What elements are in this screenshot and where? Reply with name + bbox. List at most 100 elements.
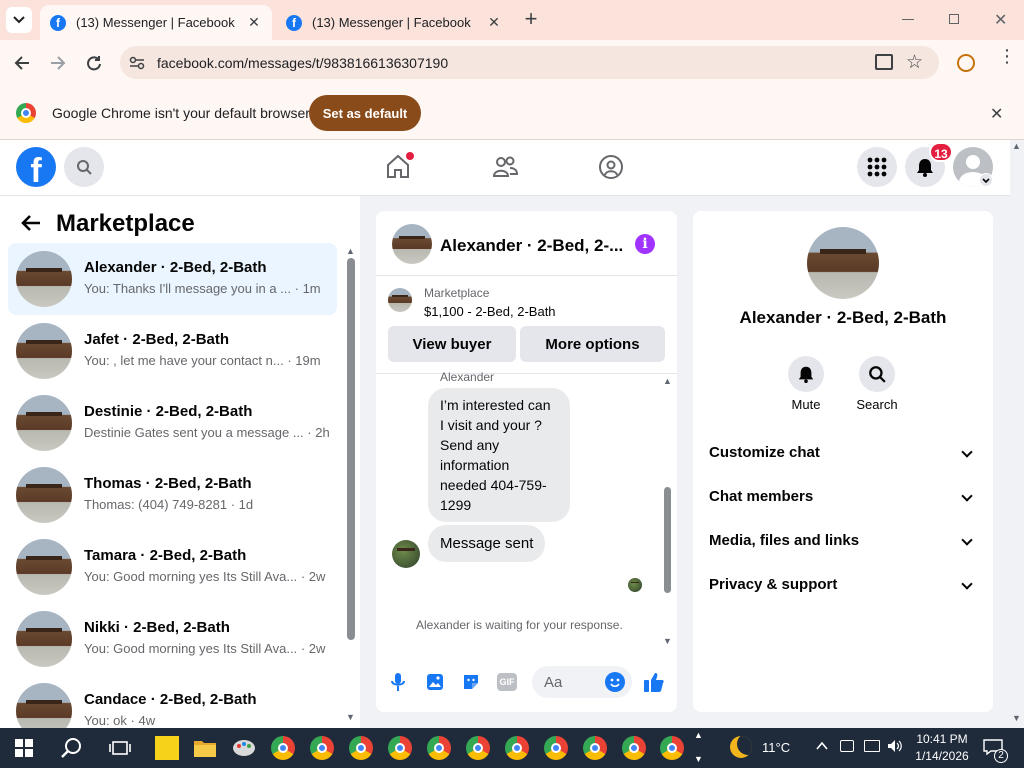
url-text[interactable]: facebook.com/messages/t/9838166136307190 (157, 55, 448, 71)
taskbar-overflow-down-icon[interactable]: ▼ (694, 754, 703, 764)
site-info-icon[interactable] (128, 54, 146, 72)
task-view-icon[interactable] (108, 736, 132, 760)
back-button[interactable] (9, 50, 35, 76)
chrome-profile-icon[interactable] (660, 736, 684, 760)
new-tab-button[interactable]: + (520, 8, 542, 31)
mute-label: Mute (791, 397, 821, 412)
conversation-item[interactable]: Candace · 2-Bed, 2-Bath You: ok · 4w (8, 675, 337, 728)
contact-avatar[interactable] (807, 227, 879, 299)
chat-title[interactable]: Alexander · 2-Bed, 2-... (440, 236, 623, 256)
close-infobar-icon[interactable]: ✕ (990, 104, 1003, 124)
conversation-item[interactable]: Thomas · 2-Bed, 2-Bath Thomas: (404) 749… (8, 459, 337, 531)
close-tab-icon[interactable]: ✕ (246, 14, 262, 31)
clock-date[interactable]: 1/14/2026 (912, 749, 972, 763)
tab-search-button[interactable] (6, 7, 32, 33)
chrome-profile-icon[interactable] (310, 736, 334, 760)
sticky-notes-icon[interactable] (155, 736, 179, 760)
system-tray-chevron-icon[interactable] (815, 739, 829, 753)
file-explorer-icon[interactable] (193, 736, 217, 760)
chat-scroll-down-icon[interactable]: ▼ (663, 636, 672, 646)
restore-button[interactable] (949, 14, 959, 24)
nav-groups[interactable] (597, 153, 625, 181)
close-window-button[interactable]: ✕ (994, 10, 1007, 30)
nav-home[interactable] (384, 152, 414, 180)
listing-thumbnail[interactable] (388, 288, 412, 312)
start-button[interactable] (15, 739, 33, 757)
scroll-down-icon[interactable]: ▼ (346, 712, 355, 722)
nav-friends[interactable] (491, 153, 519, 181)
bookmark-star-icon[interactable]: ☆ (906, 51, 923, 74)
message-bubble[interactable]: I’m interested can I visit and your ? Se… (428, 388, 570, 522)
chat-scroll-up-icon[interactable]: ▲ (663, 376, 672, 386)
menu-button[interactable] (857, 147, 897, 187)
section-customize-chat[interactable]: Customize chat (709, 444, 985, 468)
install-app-icon[interactable] (875, 54, 893, 70)
taskbar-overflow-up-icon[interactable]: ▲ (694, 730, 703, 740)
chrome-profile-icon[interactable] (622, 736, 646, 760)
reload-button[interactable] (81, 50, 107, 76)
section-media-files-links[interactable]: Media, files and links (709, 532, 985, 556)
search-conversation-button[interactable] (859, 356, 895, 392)
conversation-item[interactable]: Destinie · 2-Bed, 2-Bath Destinie Gates … (8, 387, 337, 459)
scroll-up-icon[interactable]: ▲ (346, 246, 355, 256)
page-scroll-down-icon[interactable]: ▼ (1012, 713, 1021, 723)
sender-avatar[interactable] (392, 540, 420, 568)
message-bubble[interactable]: Message sent (428, 525, 546, 562)
volume-icon[interactable] (887, 739, 903, 753)
emoji-icon[interactable] (605, 672, 625, 692)
view-buyer-button[interactable]: View buyer (388, 326, 516, 362)
section-privacy-support[interactable]: Privacy & support (709, 576, 985, 600)
forward-button[interactable] (45, 50, 71, 76)
message-input[interactable]: Aa (532, 666, 632, 698)
page-scroll-up-icon[interactable]: ▲ (1012, 141, 1021, 151)
arrow-left-icon (21, 215, 40, 231)
network-icon[interactable] (864, 740, 880, 752)
taskbar-search-icon[interactable] (60, 736, 84, 760)
paint-app-icon[interactable] (232, 736, 256, 760)
close-tab-icon[interactable]: ✕ (486, 14, 502, 31)
clock-time[interactable]: 10:41 PM (914, 732, 970, 746)
chrome-profile-icon[interactable] (583, 736, 607, 760)
profile-icon[interactable] (957, 54, 975, 72)
minimize-button[interactable] (902, 19, 914, 20)
windows-logo-icon (15, 739, 33, 757)
voice-clip-button[interactable] (389, 672, 407, 692)
chrome-profile-icon[interactable] (544, 736, 568, 760)
chrome-profile-icon[interactable] (427, 736, 451, 760)
tab-messenger-2[interactable]: f (13) Messenger | Facebook ✕ (276, 5, 512, 40)
sticker-button[interactable] (461, 672, 481, 692)
chrome-profile-icon[interactable] (388, 736, 412, 760)
chat-header-avatar[interactable] (392, 224, 432, 264)
facebook-logo[interactable]: f (16, 147, 56, 187)
tab-messenger-1[interactable]: f (13) Messenger | Facebook ✕ (40, 5, 272, 40)
attach-media-button[interactable] (425, 672, 445, 692)
like-button[interactable] (643, 671, 665, 693)
conversation-item[interactable]: Alexander · 2-Bed, 2-Bath You: Thanks I'… (8, 243, 337, 315)
chrome-profile-icon[interactable] (505, 736, 529, 760)
gif-button[interactable]: GIF (497, 673, 517, 691)
chrome-profile-icon[interactable] (349, 736, 373, 760)
conversation-item[interactable]: Jafet · 2-Bed, 2-Bath You: , let me have… (8, 315, 337, 387)
infobar-message: Google Chrome isn't your default browser (52, 105, 310, 121)
weather-temperature[interactable]: 11°C (762, 740, 790, 755)
conversation-item[interactable]: Nikki · 2-Bed, 2-Bath You: Good morning … (8, 603, 337, 675)
section-chat-members[interactable]: Chat members (709, 488, 985, 512)
action-center-badge: 2 (994, 749, 1008, 763)
listing-detail[interactable]: $1,100 - 2-Bed, 2-Bath (424, 304, 556, 319)
chrome-menu-icon[interactable]: ⋮ (998, 47, 1016, 65)
search-button[interactable] (64, 147, 104, 187)
conversation-item[interactable]: Tamara · 2-Bed, 2-Bath You: Good morning… (8, 531, 337, 603)
meet-now-icon[interactable] (840, 740, 854, 752)
back-arrow-button[interactable] (20, 212, 44, 236)
set-as-default-button[interactable]: Set as default (309, 95, 421, 131)
mute-button[interactable] (788, 356, 824, 392)
weather-moon-icon[interactable] (730, 736, 752, 758)
more-options-button[interactable]: More options (520, 326, 665, 362)
account-chevron-icon[interactable] (979, 173, 993, 187)
conversation-info-button[interactable]: i (635, 234, 655, 254)
chrome-profile-icon[interactable] (466, 736, 490, 760)
sidebar-scrollbar[interactable] (347, 258, 355, 640)
conversation-snippet: Destinie Gates sent you a message ... · … (84, 425, 329, 440)
chat-scrollbar[interactable] (664, 487, 671, 593)
chrome-taskbar-icon[interactable] (271, 736, 295, 760)
